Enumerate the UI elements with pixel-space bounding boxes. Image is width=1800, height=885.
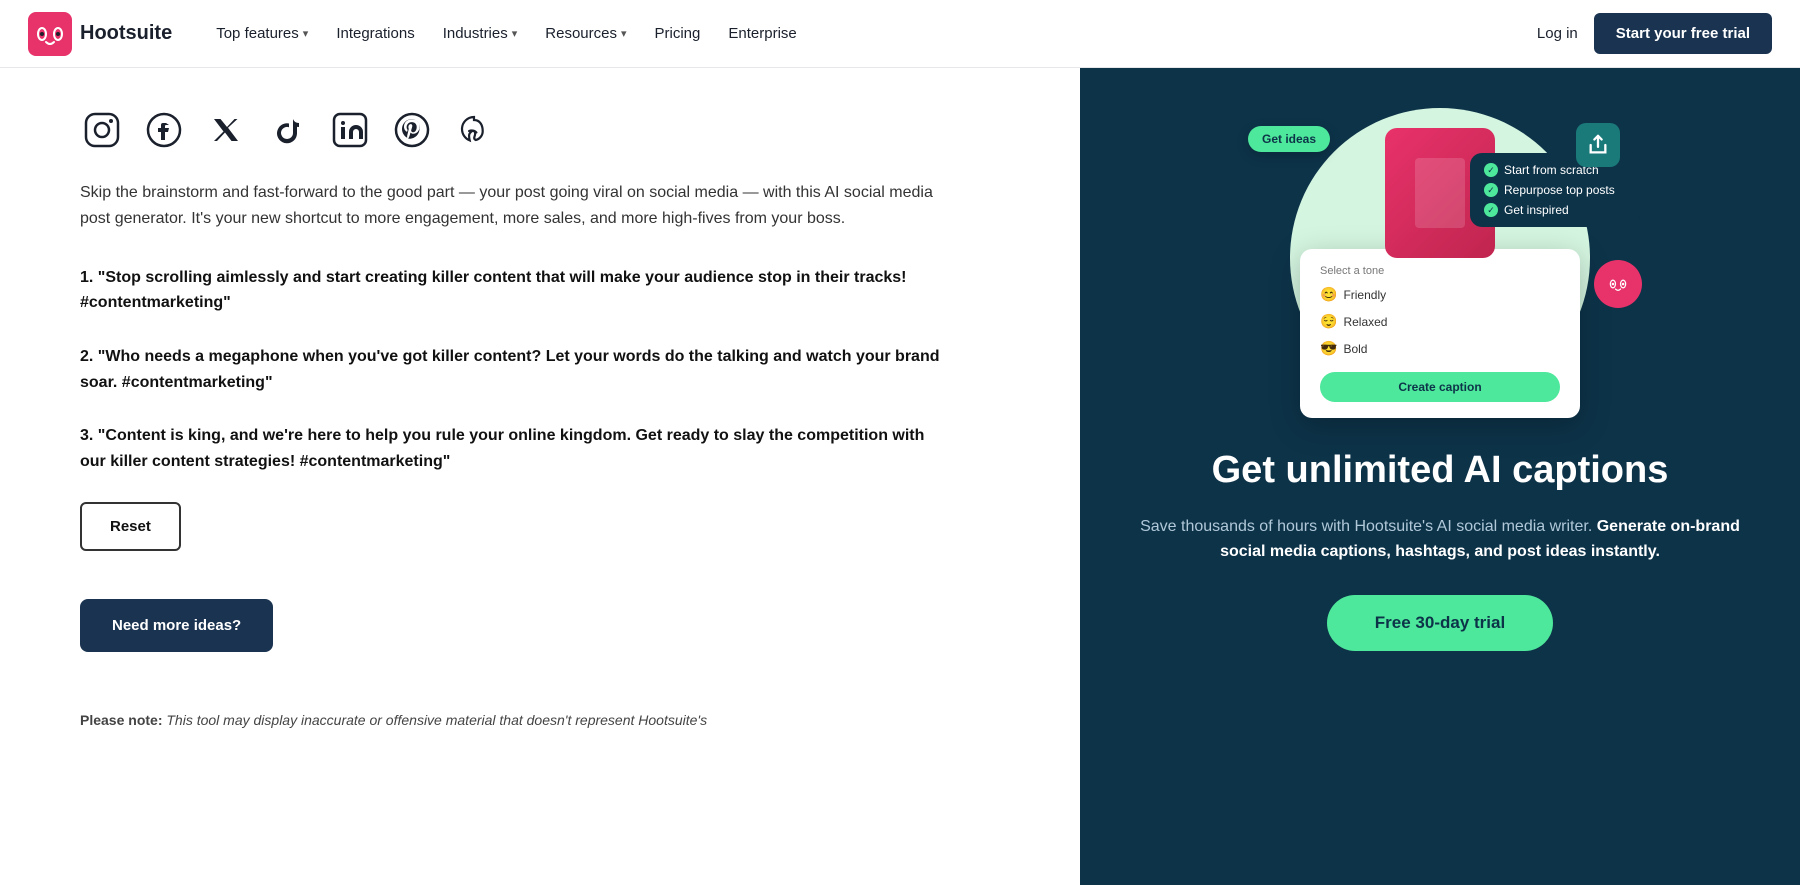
- pinterest-icon: [390, 108, 434, 152]
- sidebar: Get ideas ✓ Start from scratch ✓ Repurpo…: [1080, 68, 1800, 885]
- caption-text-1: 1. "Stop scrolling aimlessly and start c…: [80, 265, 940, 316]
- nav-pricing[interactable]: Pricing: [643, 17, 713, 50]
- option-get-inspired: ✓ Get inspired: [1484, 203, 1626, 217]
- chevron-down-icon: ▾: [621, 27, 627, 40]
- caption-item-1: 1. "Stop scrolling aimlessly and start c…: [80, 265, 1020, 316]
- facebook-icon: [142, 108, 186, 152]
- chevron-down-icon: ▾: [512, 27, 518, 40]
- reset-button[interactable]: Reset: [80, 502, 181, 551]
- caption-item-2: 2. "Who needs a megaphone when you've go…: [80, 344, 1020, 395]
- caption-text-3: 3. "Content is king, and we're here to h…: [80, 423, 940, 474]
- check-icon: ✓: [1484, 163, 1498, 177]
- tone-options: 😊 Friendly 😌 Relaxed 😎 Bold: [1320, 283, 1560, 360]
- nav-enterprise[interactable]: Enterprise: [716, 17, 808, 50]
- nav-integrations[interactable]: Integrations: [324, 17, 426, 50]
- nav-resources[interactable]: Resources ▾: [533, 17, 638, 50]
- threads-icon: [452, 108, 496, 152]
- tiktok-icon: [266, 108, 310, 152]
- description-text: Skip the brainstorm and fast-forward to …: [80, 180, 940, 233]
- nav-industries[interactable]: Industries ▾: [431, 17, 530, 50]
- nav-links: Top features ▾ Integrations Industries ▾…: [204, 17, 1537, 50]
- select-tone-label: Select a tone: [1320, 265, 1560, 277]
- chevron-down-icon: ▾: [303, 27, 309, 40]
- free-trial-button[interactable]: Free 30-day trial: [1327, 595, 1553, 651]
- page-body: Skip the brainstorm and fast-forward to …: [0, 68, 1800, 885]
- social-icons-row: [80, 108, 1020, 152]
- tone-bold[interactable]: 😎 Bold: [1320, 337, 1560, 360]
- instagram-icon: [80, 108, 124, 152]
- nav-top-features[interactable]: Top features ▾: [204, 17, 320, 50]
- main-content: Skip the brainstorm and fast-forward to …: [0, 68, 1080, 885]
- more-ideas-button[interactable]: Need more ideas?: [80, 599, 273, 652]
- nav-right: Log in Start your free trial: [1537, 13, 1772, 54]
- caption-item-3: 3. "Content is king, and we're here to h…: [80, 423, 1020, 474]
- sidebar-heading: Get unlimited AI captions: [1130, 448, 1750, 494]
- tone-friendly[interactable]: 😊 Friendly: [1320, 283, 1560, 306]
- mockup-container: Get ideas ✓ Start from scratch ✓ Repurpo…: [1230, 108, 1650, 408]
- logo-text: Hootsuite: [80, 22, 172, 45]
- export-icon: [1576, 123, 1620, 167]
- navigation: Hootsuite Top features ▾ Integrations In…: [0, 0, 1800, 68]
- start-trial-button[interactable]: Start your free trial: [1594, 13, 1772, 54]
- logo[interactable]: Hootsuite: [28, 12, 172, 56]
- check-icon: ✓: [1484, 183, 1498, 197]
- option-repurpose-top-posts: ✓ Repurpose top posts: [1484, 183, 1626, 197]
- hootsuite-logo-icon: [28, 12, 72, 56]
- check-icon: ✓: [1484, 203, 1498, 217]
- twitter-icon: [204, 108, 248, 152]
- tone-relaxed[interactable]: 😌 Relaxed: [1320, 310, 1560, 333]
- get-ideas-chip: Get ideas: [1248, 126, 1330, 152]
- please-note-text: Please note: This tool may display inacc…: [80, 712, 1020, 728]
- tone-selector-card: Select a tone 😊 Friendly 😌 Relaxed 😎: [1300, 249, 1580, 418]
- login-link[interactable]: Log in: [1537, 25, 1578, 42]
- sidebar-illustration: Get ideas ✓ Start from scratch ✓ Repurpo…: [1080, 68, 1800, 428]
- create-caption-button[interactable]: Create caption: [1320, 372, 1560, 402]
- sidebar-text-content: Get unlimited AI captions Save thousands…: [1080, 428, 1800, 691]
- owl-badge-icon: [1594, 260, 1642, 308]
- linkedin-icon: [328, 108, 372, 152]
- caption-text-2: 2. "Who needs a megaphone when you've go…: [80, 344, 940, 395]
- sidebar-subtext: Save thousands of hours with Hootsuite's…: [1130, 514, 1750, 565]
